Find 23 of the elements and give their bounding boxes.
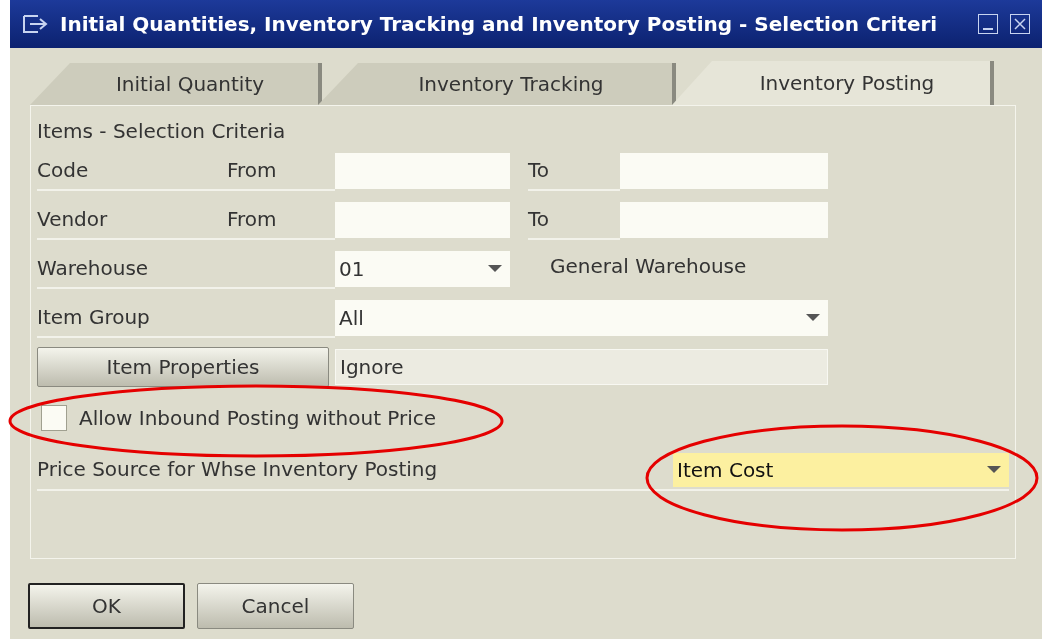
field-label: To xyxy=(528,157,550,184)
warehouse-dropdown[interactable]: 01 xyxy=(335,251,510,287)
field-label: Code xyxy=(37,157,89,184)
warehouse-name: General Warehouse xyxy=(550,253,747,280)
ok-button[interactable]: OK xyxy=(28,583,185,629)
checkbox-label: Allow Inbound Posting without Price xyxy=(79,405,437,432)
field-label: Item Group xyxy=(37,304,150,331)
item-properties-value: Ignore xyxy=(335,349,828,385)
tab[interactable]: Inventory Tracking xyxy=(318,63,676,105)
item-properties-button[interactable]: Item Properties xyxy=(37,347,329,387)
field-label: From xyxy=(227,206,277,233)
window-title: Initial Quantities, Inventory Tracking and Inventory Posting - Selection Criteri xyxy=(60,11,938,38)
field-label: From xyxy=(227,157,277,184)
tab[interactable]: Inventory Posting xyxy=(672,61,994,105)
field-label: Price Source for Whse Inventory Posting xyxy=(37,456,438,483)
field-label: Vendor xyxy=(37,206,108,233)
price-source-dropdown[interactable]: Item Cost xyxy=(673,453,1009,487)
section-title: Items - Selection Criteria xyxy=(37,118,287,144)
tab[interactable]: Initial Quantity xyxy=(30,63,322,105)
field-label: Warehouse xyxy=(37,255,149,282)
field-label: To xyxy=(528,206,550,233)
cancel-button[interactable]: Cancel xyxy=(197,583,354,629)
item-group-dropdown[interactable]: All xyxy=(335,300,828,336)
